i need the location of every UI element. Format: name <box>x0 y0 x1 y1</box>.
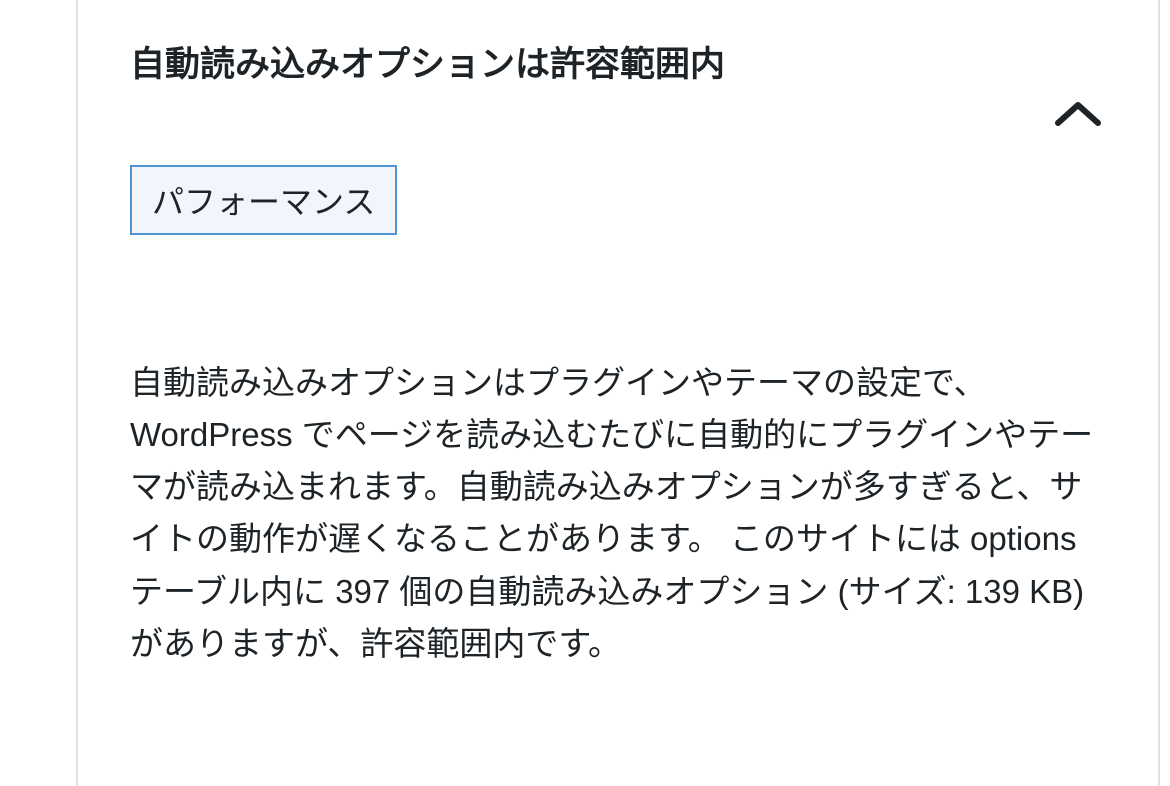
performance-badge: パフォーマンス <box>130 165 397 235</box>
chevron-up-icon <box>1048 95 1108 135</box>
panel-description: 自動読み込みオプションはプラグインやテーマの設定で、WordPress でページ… <box>130 357 1106 670</box>
health-check-panel: 自動読み込みオプションは許容範囲内 パフォーマンス 自動読み込みオプションはプラ… <box>76 0 1160 786</box>
panel-header: 自動読み込みオプションは許容範囲内 <box>130 40 1106 135</box>
collapse-button[interactable] <box>1048 95 1108 135</box>
panel-title: 自動読み込みオプションは許容範囲内 <box>130 40 725 89</box>
